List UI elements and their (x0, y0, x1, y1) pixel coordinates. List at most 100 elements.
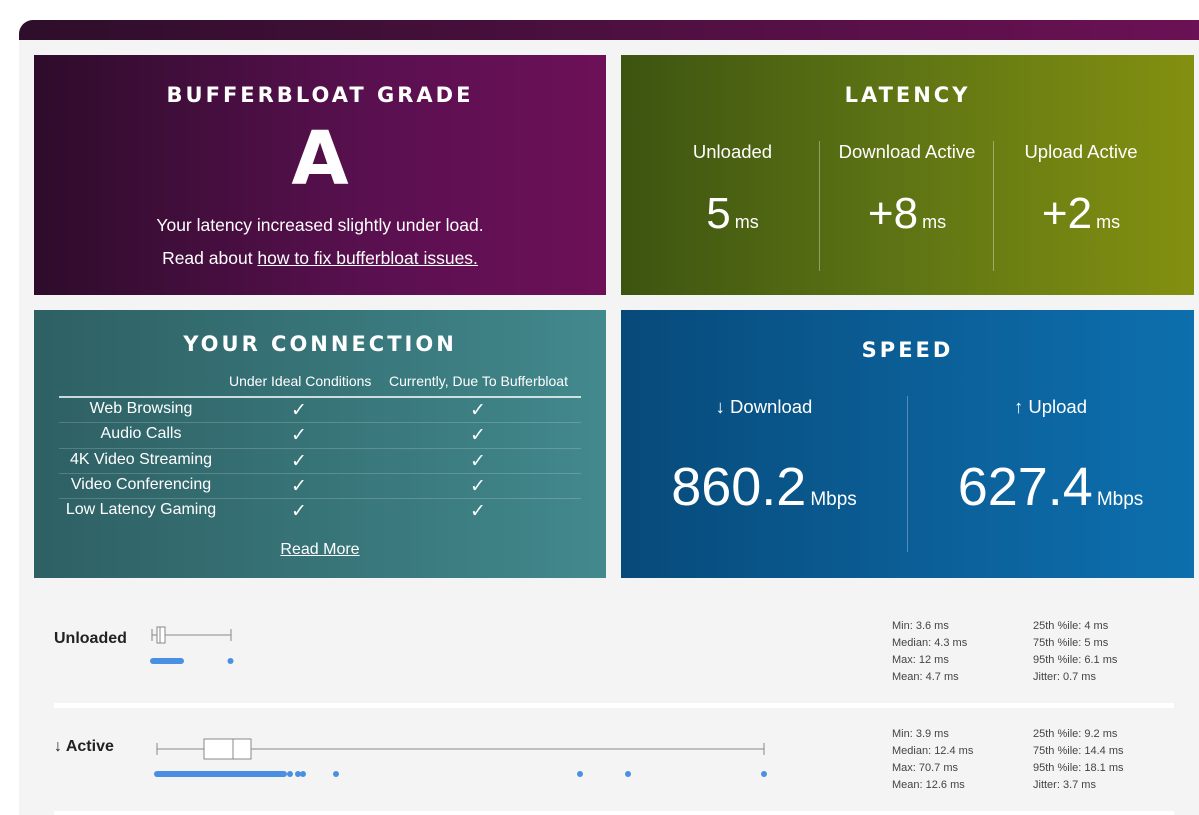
sample-dots-cluster (150, 658, 184, 664)
upload-label: ↑ Upload (1013, 396, 1087, 417)
table-row: Audio Calls ✓ ✓ (59, 423, 581, 449)
download-label: ↓ Download (715, 396, 813, 417)
stat-p75: 75th %ile: 5 ms (1033, 637, 1109, 649)
stat-jitter: Jitter: 3.7 ms (1033, 779, 1096, 791)
stat-mean: Mean: 12.6 ms (892, 779, 965, 791)
table-row: Web Browsing ✓ ✓ (59, 398, 581, 424)
stat-jitter: Jitter: 0.7 ms (1033, 671, 1096, 683)
speed-card: SPEED ↓ Download 860.2 Mbps ↑ Upload 627.… (621, 310, 1194, 578)
table-row: 4K Video Streaming ✓ ✓ (59, 449, 581, 474)
grade-letter: A (291, 116, 349, 202)
grade-message: Your latency increased slightly under lo… (156, 215, 484, 235)
check-icon: ✓ (470, 500, 486, 523)
stat-p25: 25th %ile: 9.2 ms (1033, 728, 1118, 740)
iqr-box (156, 626, 166, 644)
plot-label: ↓ Active (54, 738, 114, 755)
sample-dot (300, 771, 306, 777)
sample-dots-cluster (154, 771, 287, 777)
download-active-latency-row: ↓ Active Min: 3.9 ms Median: 12.4 ms Max… (54, 720, 1174, 815)
stats-percentiles: 25th %ile: 9.2 ms 75th %ile: 14.4 ms 95t… (1033, 726, 1124, 794)
latency-upload-label: Upload Active (1024, 141, 1138, 162)
latency-download-label: Download Active (838, 141, 976, 162)
stat-p95: 95th %ile: 6.1 ms (1033, 654, 1118, 666)
check-icon: ✓ (470, 424, 486, 447)
bufferbloat-grade-card: BUFFERBLOAT GRADE A Your latency increas… (34, 55, 606, 295)
sample-dot (761, 771, 767, 777)
plot-label: Unloaded (54, 630, 127, 647)
latency-unit: ms (922, 212, 947, 232)
table-row: Video Conferencing ✓ ✓ (59, 474, 581, 500)
stat-p75: 75th %ile: 14.4 ms (1033, 745, 1124, 757)
grade-link-prefix: Read about (162, 248, 258, 268)
latency-download-value: +8 ms (820, 189, 994, 239)
latency-unloaded-label: Unloaded (692, 141, 773, 162)
stat-p95: 95th %ile: 18.1 ms (1033, 762, 1124, 774)
latency-download-active: Download Active +8 ms (819, 141, 994, 271)
check-icon: ✓ (470, 474, 486, 497)
latency-unit: ms (1096, 212, 1121, 232)
check-icon: ✓ (291, 449, 307, 472)
latency-unloaded-value: 5 ms (645, 189, 820, 239)
your-connection-card: YOUR CONNECTION Under Ideal Conditions C… (34, 310, 606, 578)
latency-unloaded-number: 5 (706, 189, 731, 238)
latency-upload-value: +2 ms (994, 189, 1168, 239)
download-number: 860.2 (671, 457, 807, 517)
latency-upload-number: +2 (1041, 189, 1093, 238)
stat-min: Min: 3.9 ms (892, 728, 949, 740)
stat-p25: 25th %ile: 4 ms (1033, 620, 1109, 632)
active-boxplot (154, 738, 767, 777)
read-more-line: Read More (34, 541, 606, 559)
activity-name: 4K Video Streaming (69, 450, 212, 468)
sample-dot (333, 771, 339, 777)
stat-mean: Mean: 4.7 ms (892, 671, 959, 683)
stats-primary: Min: 3.9 ms Median: 12.4 ms Max: 70.7 ms… (892, 726, 973, 794)
read-more-link[interactable]: Read More (280, 541, 359, 558)
table-row: Low Latency Gaming ✓ ✓ (59, 499, 581, 524)
check-icon: ✓ (291, 474, 307, 497)
latency-unit: ms (734, 212, 759, 232)
stats-primary: Min: 3.6 ms Median: 4.3 ms Max: 12 ms Me… (892, 618, 967, 686)
latency-upload-active: Upload Active +2 ms (993, 141, 1168, 271)
upload-speed: ↑ Upload 627.4 Mbps (907, 396, 1193, 552)
stat-median: Median: 12.4 ms (892, 745, 974, 757)
latency-download-number: +8 (867, 189, 919, 238)
download-speed: ↓ Download 860.2 Mbps (621, 396, 907, 552)
latency-unloaded: Unloaded 5 ms (645, 141, 820, 271)
activity-name: Video Conferencing (70, 475, 212, 493)
sample-dot (227, 658, 234, 664)
results-panel: BUFFERBLOAT GRADE A Your latency increas… (19, 20, 1199, 815)
stat-max: Max: 12 ms (892, 654, 949, 666)
sample-dot (577, 771, 583, 777)
check-icon: ✓ (470, 449, 486, 472)
results-header-bar (19, 20, 1199, 40)
stats-percentiles: 25th %ile: 4 ms 75th %ile: 5 ms 95th %il… (1033, 618, 1117, 686)
latency-card: LATENCY Unloaded 5 ms Download Active +8 m… (621, 55, 1194, 295)
ideal-conditions-header: Under Ideal Conditions (229, 373, 372, 389)
stat-max: Max: 70.7 ms (892, 762, 959, 774)
iqr-box (203, 738, 252, 760)
sample-dot (625, 771, 631, 777)
activity-name: Low Latency Gaming (65, 501, 217, 519)
latency-title: LATENCY (844, 83, 971, 107)
speed-unit: Mbps (1096, 489, 1144, 510)
unloaded-boxplot (150, 626, 234, 664)
stat-min: Min: 3.6 ms (892, 620, 949, 632)
upload-number: 627.4 (957, 457, 1093, 517)
connection-title: YOUR CONNECTION (183, 332, 457, 356)
upload-value: 627.4 Mbps (908, 456, 1193, 518)
activity-name: Web Browsing (89, 400, 193, 417)
speed-unit: Mbps (810, 489, 857, 510)
sample-dot (287, 771, 293, 777)
fix-bufferbloat-link[interactable]: how to fix bufferbloat issues. (257, 248, 478, 268)
grade-fix-line: Read about how to fix bufferbloat issues… (34, 248, 606, 269)
unloaded-latency-row: Unloaded Min: 3.6 ms Median: 4.3 ms Max:… (54, 612, 1174, 708)
check-icon: ✓ (291, 500, 307, 523)
speed-title: SPEED (861, 338, 954, 362)
bufferbloat-grade-title: BUFFERBLOAT GRADE (166, 83, 474, 107)
connection-table: Web Browsing ✓ ✓ Audio Calls ✓ ✓ 4K Vide… (59, 396, 581, 524)
check-icon: ✓ (470, 399, 486, 421)
stat-median: Median: 4.3 ms (892, 637, 968, 649)
activity-name: Audio Calls (100, 425, 182, 443)
current-conditions-header: Currently, Due To Bufferbloat (389, 373, 568, 389)
check-icon: ✓ (291, 399, 307, 421)
